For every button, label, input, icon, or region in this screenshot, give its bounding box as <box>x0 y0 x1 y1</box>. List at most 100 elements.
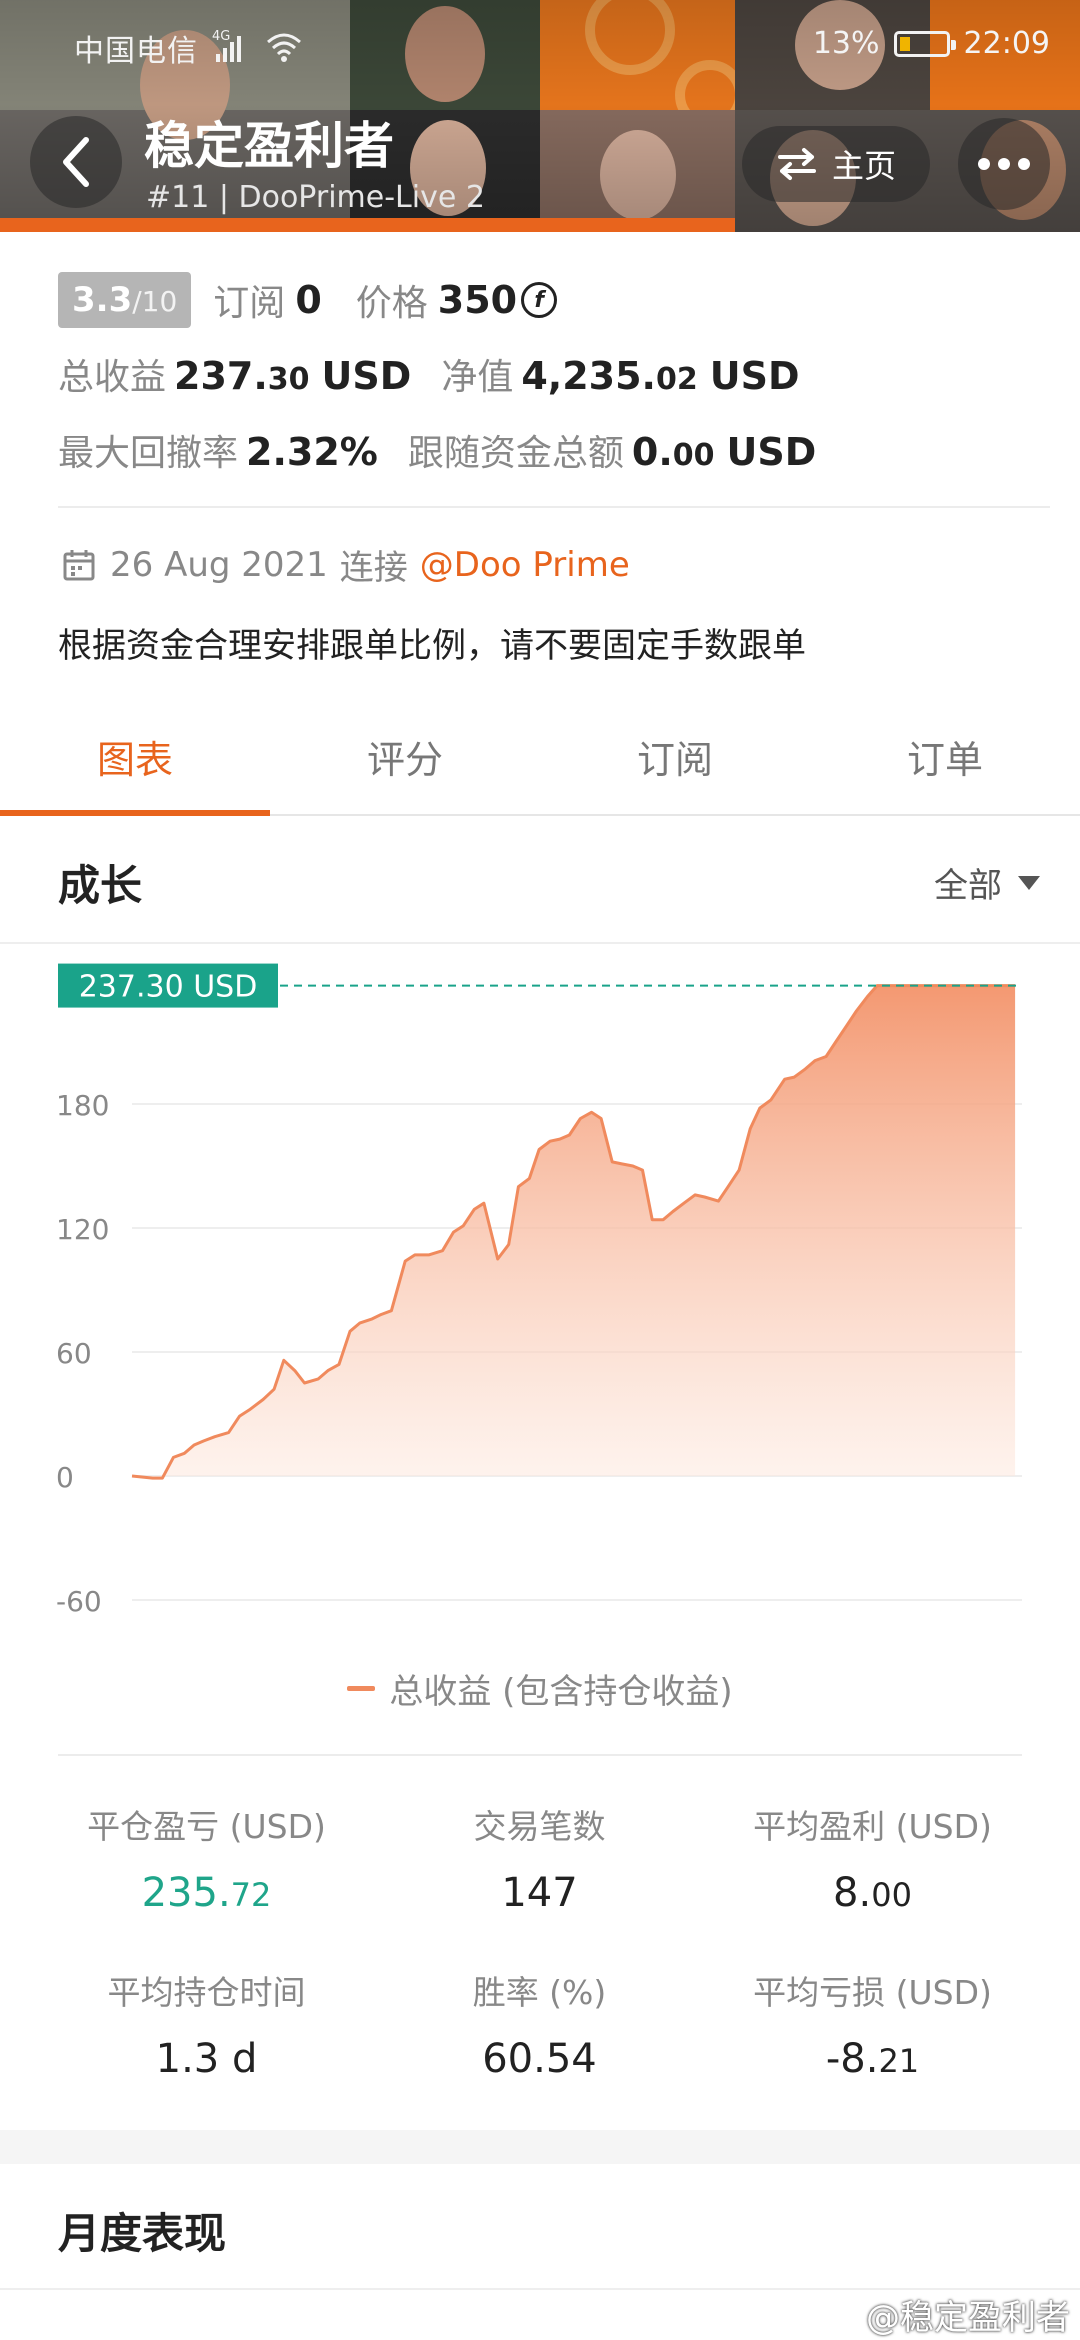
broker-link[interactable]: @Doo Prime <box>420 545 630 585</box>
stat-value: 1.3 d <box>40 2036 373 2082</box>
max-drawdown-label: 最大回撤率 <box>58 433 239 474</box>
account-subtitle: #11 | DooPrime-Live 2 <box>146 180 485 215</box>
stat-item: 交易笔数 147 <box>373 1800 706 1916</box>
stat-item: 平仓盈亏 (USD) 235.72 <box>40 1800 373 1916</box>
legend-swatch <box>347 1686 376 1691</box>
stat-label: 平仓盈亏 (USD) <box>87 1807 326 1846</box>
connection-row: 26 Aug 2021 连接 @Doo Prime <box>62 540 630 589</box>
stat-value-int: 1.3 d <box>155 2036 258 2082</box>
tab-bar: 图表 评分 订阅 订单 <box>0 720 1080 816</box>
y-tick-label: 60 <box>56 1337 92 1370</box>
follow-funds-label: 跟随资金总额 <box>407 433 624 474</box>
weibo-logo-icon <box>826 2307 856 2328</box>
total-profit-unit: USD <box>321 354 412 398</box>
network-type: 4G <box>212 29 230 44</box>
more-dot-icon <box>1018 158 1030 170</box>
stat-item: 平均盈利 (USD) 8.00 <box>706 1800 1039 1916</box>
carrier-label: 中国电信 <box>74 34 198 69</box>
score-max: /10 <box>132 285 178 318</box>
legend-label: 总收益 (包含持仓收益) <box>389 1672 733 1712</box>
price-label: 价格 <box>355 283 428 324</box>
coin-icon: f <box>521 282 558 318</box>
page-title: 稳定盈利者 <box>144 117 394 175</box>
battery-icon <box>893 30 956 57</box>
chart-divider <box>58 1754 1022 1756</box>
stat-item: 平均持仓时间 1.3 d <box>40 1966 373 2082</box>
caret-down-icon <box>1018 875 1040 890</box>
score-badge: 3.3 /10 <box>58 272 192 328</box>
score-value: 3.3 <box>72 280 133 320</box>
chevron-left-icon <box>63 137 89 187</box>
swap-arrows-icon <box>777 148 816 180</box>
stat-item: 胜率 (%) 60.54 <box>373 1966 706 2082</box>
stat-value-int: 235. <box>141 1870 231 1916</box>
more-dot-icon <box>978 158 990 170</box>
signal-wifi-icon: 4G <box>212 29 301 62</box>
stat-label: 胜率 (%) <box>472 1973 607 2012</box>
more-dot-icon <box>998 158 1010 170</box>
stat-item: 平均亏损 (USD) -8.21 <box>706 1966 1039 2082</box>
stat-label: 平均持仓时间 <box>107 1973 306 2012</box>
stat-value-int: 147 <box>501 1870 578 1916</box>
chart-legend: 总收益 (包含持仓收益) <box>0 1664 1080 1713</box>
y-tick-label: -60 <box>56 1585 102 1618</box>
max-drawdown-value: 2.32% <box>246 430 378 474</box>
connect-label: 连接 <box>339 548 408 588</box>
stat-value: 8.00 <box>706 1870 1039 1916</box>
tab-rating[interactable]: 评分 <box>270 720 540 814</box>
back-button[interactable] <box>30 116 122 208</box>
equity-unit: USD <box>709 354 800 398</box>
monthly-title: 月度表现 <box>58 2209 227 2258</box>
stat-label: 平均亏损 (USD) <box>753 1973 992 2012</box>
follow-funds-dec: 00 <box>672 438 715 473</box>
stat-value-dec: 00 <box>871 1876 912 1914</box>
subscribe-label: 订阅 <box>213 283 286 324</box>
info-divider <box>58 506 1050 508</box>
stat-label: 平均盈利 (USD) <box>753 1807 992 1846</box>
home-button[interactable]: 主页 <box>742 126 930 202</box>
current-value-label: 237.30 USD <box>79 970 258 1005</box>
clock: 22:09 <box>963 26 1050 61</box>
range-filter-label: 全部 <box>934 866 1002 906</box>
banner-accent-bar <box>0 218 735 232</box>
drawdown-row: 最大回撤率 2.32% 跟随资金总额 0. 00 USD <box>58 424 816 476</box>
status-right: 13% 22:09 <box>813 26 1050 61</box>
y-tick-label: 120 <box>56 1213 109 1246</box>
stat-value: 147 <box>373 1870 706 1916</box>
calendar-icon <box>63 549 95 580</box>
stat-value-int: 8. <box>833 1870 872 1916</box>
total-profit-label: 总收益 <box>58 357 167 398</box>
tab-orders[interactable]: 订单 <box>810 720 1080 814</box>
total-profit-dec: 30 <box>267 362 310 397</box>
watermark-text: @稳定盈利者 <box>866 2298 1070 2338</box>
y-tick-label: 180 <box>56 1089 109 1122</box>
stat-value-dec: 72 <box>230 1876 272 1914</box>
follow-funds-int: 0. <box>631 430 673 474</box>
equity-dec: 02 <box>655 362 698 397</box>
equity-label: 净值 <box>441 357 514 398</box>
equity-int: 4,235. <box>521 354 656 398</box>
stat-value: 60.54 <box>373 2036 706 2082</box>
tab-subscribe[interactable]: 订阅 <box>540 720 810 814</box>
stat-value: 235.72 <box>40 1870 373 1916</box>
section-gap <box>0 2130 1080 2164</box>
follow-funds-unit: USD <box>726 430 817 474</box>
tab-chart[interactable]: 图表 <box>0 720 270 816</box>
stat-value: -8.21 <box>706 2036 1039 2082</box>
watermark: @稳定盈利者 <box>826 2290 1070 2339</box>
battery-percent: 13% <box>812 26 880 61</box>
stat-label: 交易笔数 <box>473 1807 606 1846</box>
stat-value-int: 60.54 <box>482 2036 597 2082</box>
connect-date: 26 Aug 2021 <box>110 544 328 585</box>
y-tick-label: 0 <box>56 1461 74 1494</box>
range-filter-dropdown[interactable]: 全部 <box>934 858 1040 907</box>
growth-chart[interactable]: 180120600-6017 Sep07 Oct27 Oct237.30 USD <box>0 950 1080 1690</box>
stat-value-dec: 21 <box>878 2042 920 2080</box>
strategy-note: 根据资金合理安排跟单比例，请不要固定手数跟单 <box>58 626 806 666</box>
profit-row: 总收益 237. 30 USD 净值 4,235. 02 USD <box>58 348 800 400</box>
home-button-label: 主页 <box>831 147 896 185</box>
more-button[interactable] <box>958 118 1050 210</box>
price-value: 350 <box>437 278 518 322</box>
rating-row: 3.3 /10 订阅 0 价格 350 f <box>58 270 558 330</box>
growth-title: 成长 <box>58 861 143 910</box>
